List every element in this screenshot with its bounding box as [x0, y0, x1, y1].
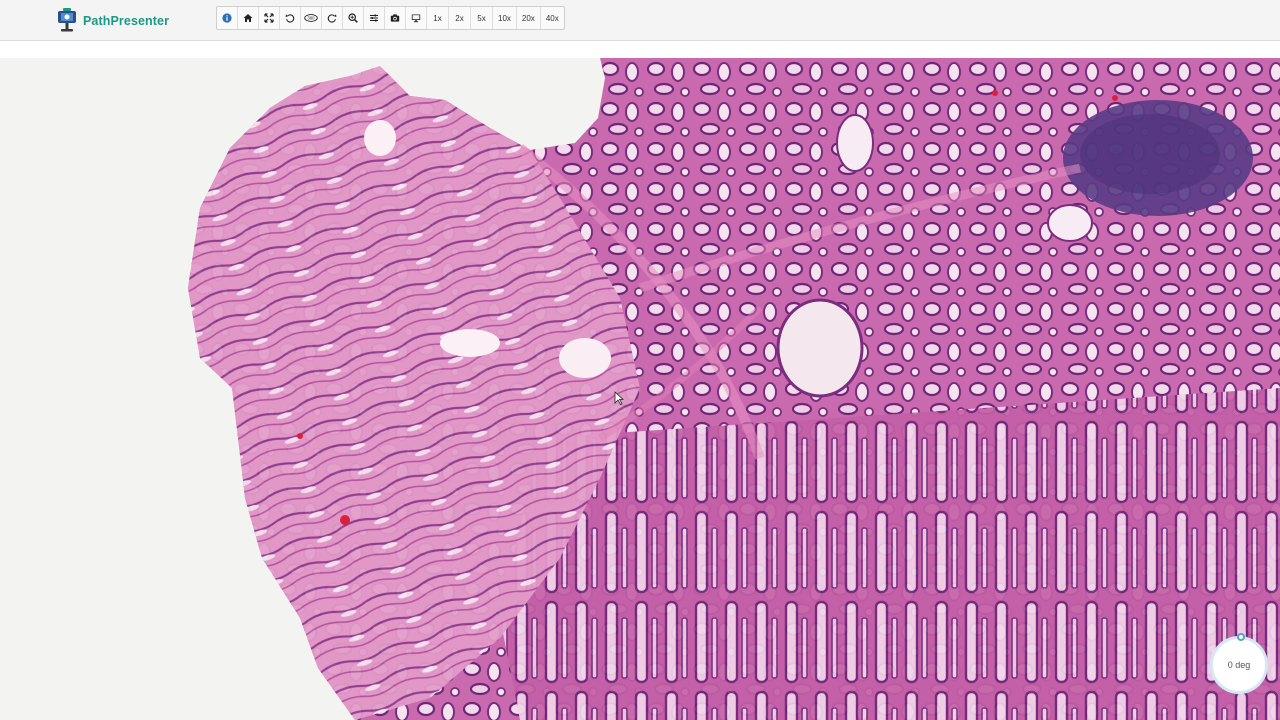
zoom-20x-button[interactable]: 20x [517, 7, 541, 29]
mouse-pointer-icon [614, 391, 624, 405]
home-icon [243, 14, 253, 22]
rotation-dial[interactable]: 0 deg [1210, 633, 1268, 694]
rotate-left-button[interactable] [280, 7, 301, 29]
viewer-toolbar: 360 1x 2x 5x 10x 20x 40x [216, 6, 565, 30]
fullscreen-button[interactable] [259, 7, 280, 29]
rotation-label: 0 deg [1227, 660, 1251, 670]
home-button[interactable] [238, 7, 259, 29]
info-button[interactable] [217, 7, 238, 29]
rotation-handle[interactable] [1237, 633, 1245, 641]
snapshot-button[interactable] [385, 7, 406, 29]
top-bar: PathPresenter 360 1x 2x 5x 10x 20x 40x [0, 0, 1280, 41]
rotate-360-label: 360 [308, 16, 316, 21]
app-name: PathPresenter [83, 14, 170, 28]
camera-icon [390, 14, 400, 22]
slide-viewer[interactable] [0, 58, 1280, 720]
sub-bar [0, 41, 1280, 59]
zoom-in-button[interactable] [343, 7, 364, 29]
info-icon [222, 13, 232, 23]
microscope-logo-icon [58, 8, 76, 32]
zoom-10x-button[interactable]: 10x [493, 7, 517, 29]
rotate-right-icon [327, 14, 337, 23]
monitor-icon [411, 14, 421, 23]
fullscreen-icon [264, 13, 274, 23]
app-logo[interactable]: PathPresenter [55, 7, 169, 35]
zoom-40x-button[interactable]: 40x [541, 7, 564, 29]
rotate-360-button[interactable]: 360 [301, 7, 322, 29]
rotate-360-icon: 360 [304, 14, 318, 22]
sliders-icon [370, 14, 378, 22]
rotate-right-button[interactable] [322, 7, 343, 29]
adjustments-button[interactable] [364, 7, 385, 29]
tissue-slide-image [0, 58, 1280, 720]
zoom-5x-button[interactable]: 5x [471, 7, 493, 29]
zoom-in-icon [348, 13, 358, 23]
zoom-2x-button[interactable]: 2x [449, 7, 471, 29]
zoom-1x-button[interactable]: 1x [427, 7, 449, 29]
presentation-button[interactable] [406, 7, 427, 29]
rotate-left-icon [285, 14, 295, 23]
